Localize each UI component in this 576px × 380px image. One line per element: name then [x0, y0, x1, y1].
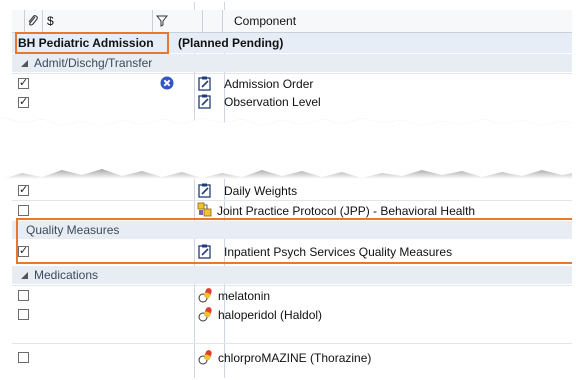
header-filter-col[interactable]: [152, 10, 203, 32]
order-row-observation[interactable]: Observation Level: [12, 93, 572, 111]
med-row-melatonin[interactable]: melatonin: [12, 286, 572, 304]
clipboard-pencil-icon: [198, 183, 211, 198]
clipboard-pencil-icon: [198, 76, 211, 91]
plan-name-highlight: [15, 32, 169, 54]
error-x-icon[interactable]: [160, 76, 174, 90]
med-name: haloperidol (Haldol): [218, 308, 323, 322]
header-dollar-col[interactable]: $: [42, 10, 153, 32]
med-name: chlorproMAZINE (Thorazine): [218, 351, 372, 365]
component-header[interactable]: Component: [234, 14, 296, 28]
clipboard-pencil-icon: [198, 94, 211, 109]
plan-status: (Planned Pending): [178, 36, 284, 50]
order-name: Admission Order: [224, 77, 314, 91]
order-checkbox[interactable]: [18, 76, 29, 89]
order-name: Daily Weights: [224, 184, 298, 198]
section-admit[interactable]: Admit/Dischg/Transfer: [12, 54, 572, 72]
order-checkbox[interactable]: [18, 352, 29, 363]
order-checkbox[interactable]: [18, 95, 29, 108]
med-row-haloperidol[interactable]: haloperidol (Haldol): [12, 305, 572, 323]
filter-icon: [156, 15, 168, 27]
collapse-triangle-icon[interactable]: [20, 59, 29, 68]
paperclip-icon: [28, 15, 38, 26]
collapse-triangle-icon[interactable]: [20, 271, 29, 280]
torn-edge: [2, 117, 572, 179]
order-checkbox[interactable]: [18, 205, 29, 216]
dollar-header: $: [47, 14, 54, 28]
med-name: melatonin: [218, 289, 271, 303]
order-checkbox[interactable]: [18, 290, 29, 301]
quality-measures-highlight: [16, 218, 572, 264]
row-separator: [12, 285, 572, 286]
column-header: $ Component: [12, 10, 572, 33]
order-row-admission[interactable]: Admission Order: [12, 74, 572, 92]
orders-frame: $ Component BH Pediatric Admission (Plan…: [2, 2, 572, 378]
order-row-jpp[interactable]: Joint Practice Protocol (JPP) - Behavior…: [12, 201, 572, 219]
order-checkbox[interactable]: [18, 183, 29, 196]
row-separator: [12, 343, 572, 344]
row-separator: [12, 73, 572, 74]
pill-icon: [198, 350, 212, 365]
pill-icon: [198, 288, 212, 303]
header-attachment-col[interactable]: [24, 10, 43, 32]
section-medications-label: Medications: [34, 268, 99, 282]
order-row-daily-weights[interactable]: Daily Weights: [12, 181, 572, 199]
pill-icon: [198, 307, 212, 322]
row-separator: [12, 200, 572, 201]
med-row-chlorpromazine[interactable]: chlorproMAZINE (Thorazine): [12, 348, 572, 366]
protocol-icon: [197, 202, 212, 217]
order-checkbox[interactable]: [18, 309, 29, 320]
section-admit-label: Admit/Dischg/Transfer: [34, 56, 153, 70]
order-name: Observation Level: [224, 95, 321, 109]
header-status-col: [202, 10, 223, 32]
section-medications[interactable]: Medications: [12, 266, 572, 284]
order-name: Joint Practice Protocol (JPP) - Behavior…: [217, 204, 476, 218]
